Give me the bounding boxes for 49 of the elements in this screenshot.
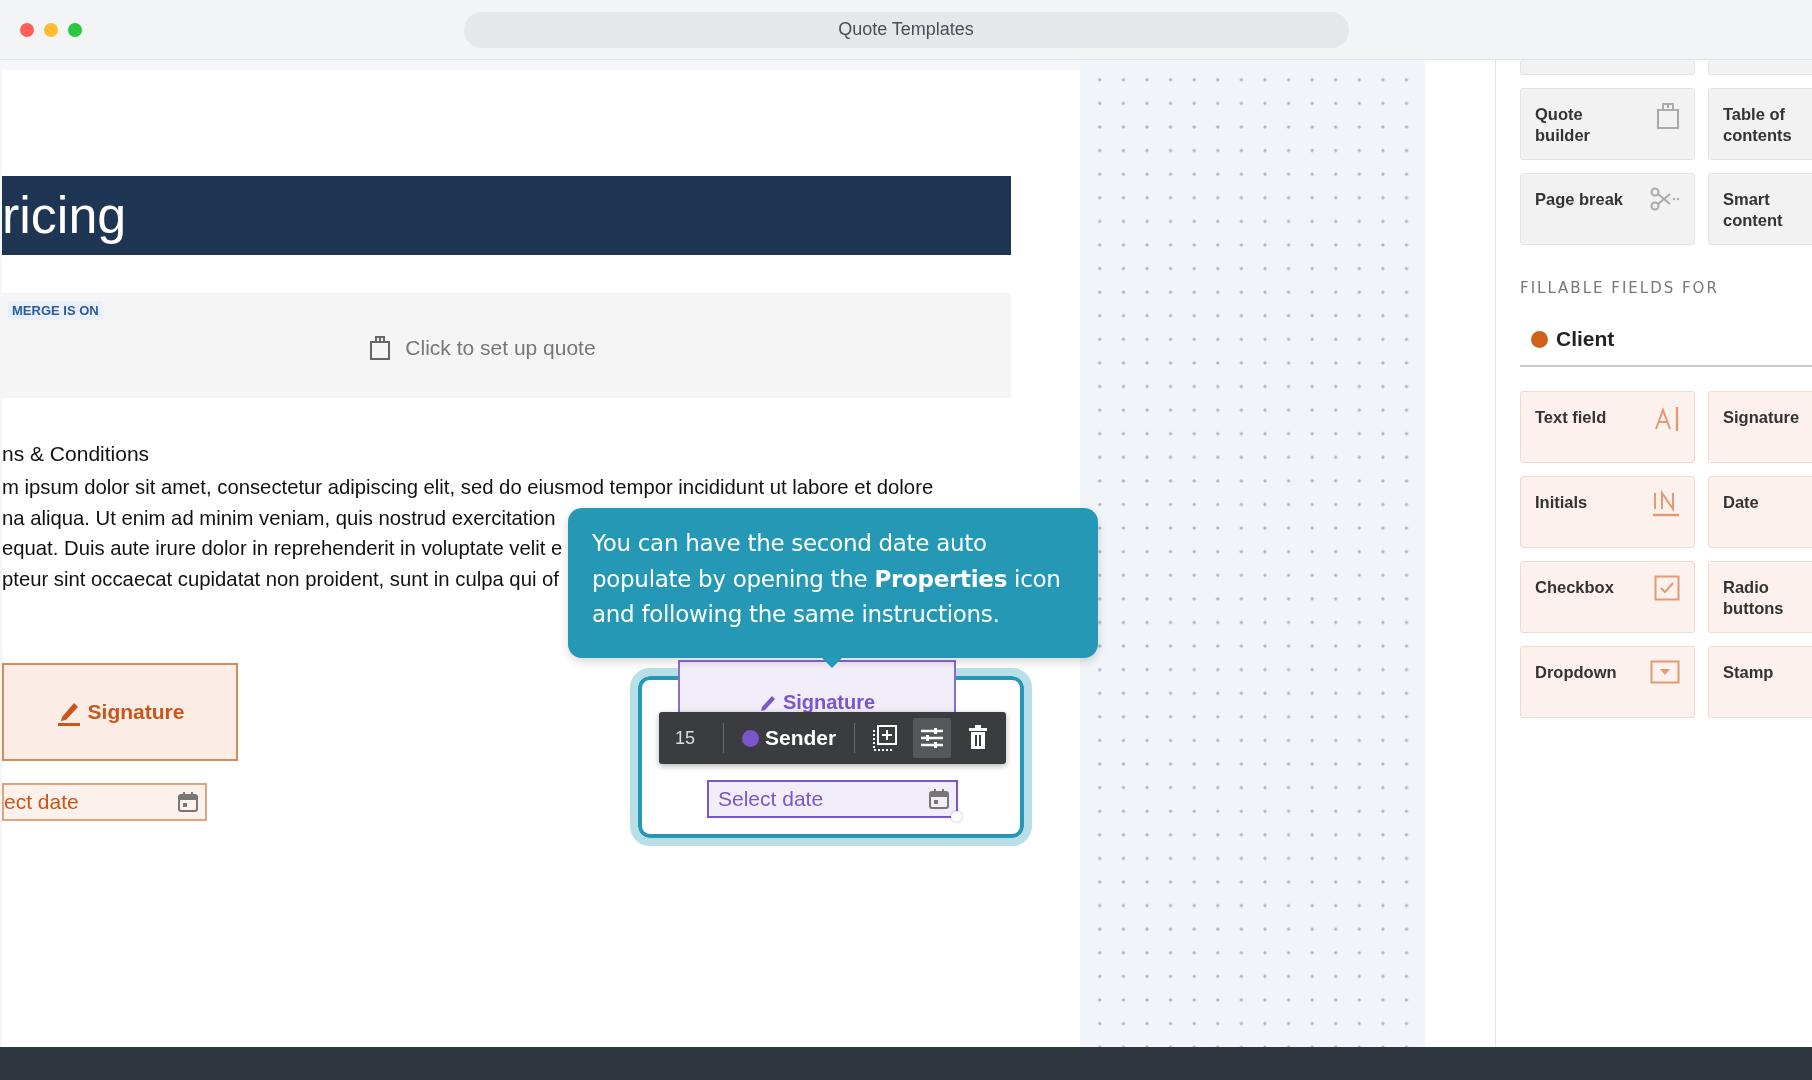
dropdown-icon <box>1650 660 1680 684</box>
field-card[interactable]: Checkbox <box>1520 561 1695 633</box>
zoom-button[interactable] <box>68 23 82 37</box>
body-text-line: pteur sint occaecat cupidatat non proident, sunt in culpa qui of <box>2 566 559 592</box>
body-text-line: equat. Duis aute irure dolor in reprehenderit in voluptate velit e <box>2 536 563 561</box>
minimize-button[interactable] <box>44 23 58 37</box>
calendar-icon <box>928 788 950 810</box>
content-block-card[interactable]: Page break <box>1520 173 1695 245</box>
field-card[interactable]: Date <box>1708 476 1812 548</box>
window-title: Quote Templates <box>463 11 1349 48</box>
page-number: 15 <box>675 727 697 749</box>
bag-icon <box>369 334 392 361</box>
section-heading: FILLABLE FIELDS FOR <box>1520 279 1720 297</box>
field-card[interactable]: Initials <box>1520 476 1695 548</box>
merge-badge: MERGE IS ON <box>8 301 103 320</box>
text-cursor-icon <box>1654 405 1680 433</box>
properties-button[interactable] <box>913 718 952 758</box>
field-card[interactable]: Dropdown <box>1520 646 1695 718</box>
content-block-card[interactable] <box>1520 60 1695 75</box>
content-block-card[interactable]: Table of contents <box>1708 88 1812 160</box>
field-card[interactable]: Text field <box>1520 391 1695 463</box>
section-header: ricing <box>2 176 1011 255</box>
body-text-line: m ipsum dolor sit amet, consectetur adipiscing elit, sed do eiusmod tempor incididunt ut labore et dolore <box>2 475 934 500</box>
field-card[interactable]: Signature <box>1708 391 1812 463</box>
quote-block[interactable]: MERGE IS ON Click to set up quote <box>2 293 1011 398</box>
body-text-line: na aliqua. Ut enim ad minim veniam, quis nostrud exercitation <box>2 505 556 531</box>
trash-icon <box>967 725 990 751</box>
recipient-selector[interactable]: Client <box>1520 327 1812 367</box>
scissors-icon <box>1650 187 1680 211</box>
checkbox-icon <box>1654 575 1680 601</box>
initials-icon <box>1652 490 1680 518</box>
signature-field[interactable]: Signature <box>2 663 238 761</box>
tooltip-text: You can have the second date auto populate by opening the Properties icon and following the same instructions. <box>592 530 1061 627</box>
terms-heading: ns & Conditions <box>2 441 151 467</box>
bag-icon <box>1656 102 1680 130</box>
field-card[interactable]: Stamp <box>1708 646 1812 718</box>
role-dot <box>742 729 759 747</box>
sliders-icon <box>919 725 946 751</box>
recipient-name: Client <box>1556 327 1615 351</box>
close-button[interactable] <box>20 23 34 37</box>
resize-handle[interactable] <box>951 811 962 822</box>
field-card[interactable]: Radio buttons <box>1708 561 1812 633</box>
date-field[interactable]: Select date <box>707 780 958 818</box>
content-block-card[interactable]: Smart content <box>1708 173 1812 245</box>
role-selector[interactable]: Sender <box>736 726 843 750</box>
date-field[interactable]: ect date <box>2 783 207 821</box>
calendar-icon <box>177 791 199 813</box>
quote-prompt: Click to set up quote <box>405 335 596 360</box>
content-block-card[interactable]: Quote builder <box>1520 88 1695 160</box>
